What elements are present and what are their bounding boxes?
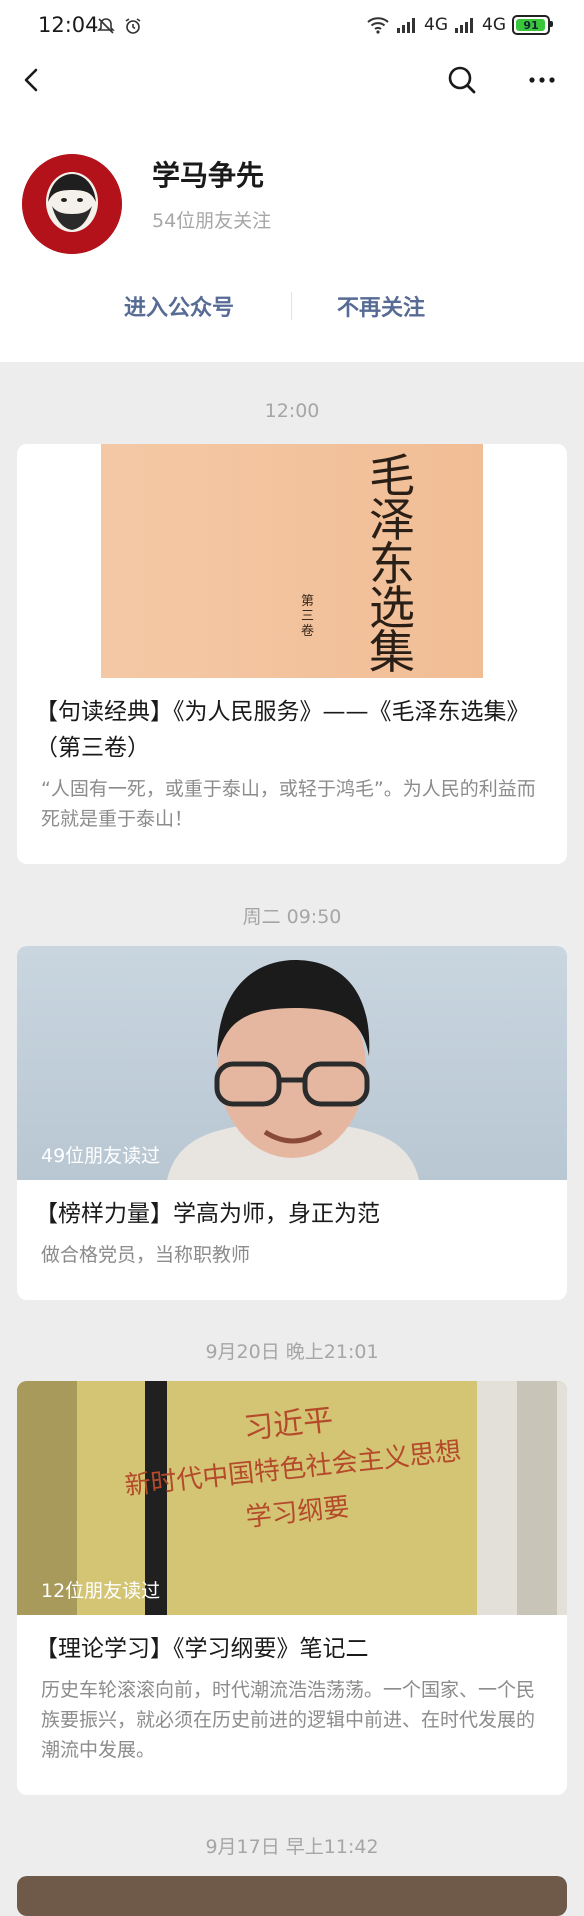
- article-timestamp: 9月20日 晚上21:01: [205, 1341, 379, 1363]
- unfollow-button[interactable]: 不再关注: [337, 290, 425, 322]
- alarm-icon: [125, 17, 141, 34]
- status-left-icons: [96, 15, 143, 36]
- more-icon[interactable]: [522, 62, 562, 98]
- article-card[interactable]: 习近平 新时代中国特色社会主义思想 学习纲要 12位朋友读过 【理论学习】《学习…: [17, 1381, 567, 1795]
- enter-account-button[interactable]: 进入公众号: [124, 290, 234, 322]
- account-name: 学马争先: [152, 159, 265, 192]
- battery-level: 91: [523, 18, 539, 32]
- article-card[interactable]: [17, 1876, 567, 1916]
- action-divider: [291, 292, 292, 320]
- article-desc: 历史车轮滚滚向前，时代潮流浩浩荡荡。一个国家、一个民族要振兴，就必须在历史前进的…: [41, 1679, 536, 1761]
- article-title[interactable]: 【榜样力量】学高为师，身正为范: [17, 1180, 567, 1232]
- article-timestamp: 周二 09:50: [242, 906, 342, 928]
- search-icon[interactable]: [444, 62, 480, 98]
- signal-icon: [455, 18, 473, 33]
- wifi-icon: [367, 17, 389, 34]
- status-right: 4G 4G 91: [366, 15, 553, 35]
- article-cover: 习近平 新时代中国特色社会主义思想 学习纲要 12位朋友读过: [17, 1381, 567, 1615]
- article-card[interactable]: 毛 泽 东 选 集 第三卷 【句读经典】《为人民服务》——《毛泽东选集》（第三卷…: [17, 444, 567, 864]
- article-desc: 做合格党员，当称职教师: [41, 1244, 251, 1266]
- article-card[interactable]: 49位朋友读过 【榜样力量】学高为师，身正为范 做合格党员，当称职教师: [17, 946, 567, 1300]
- article-cover: 毛 泽 东 选 集 第三卷: [17, 444, 567, 678]
- portrait-logo-icon: [22, 154, 122, 254]
- network-label-1: 4G: [424, 15, 448, 35]
- article-timestamp: 12:00: [264, 400, 320, 422]
- status-time: 12:04: [38, 13, 99, 37]
- follower-count: 54位朋友关注: [152, 210, 272, 232]
- article-timestamp: 9月17日 早上11:42: [205, 1836, 379, 1858]
- article-cover: 49位朋友读过: [17, 946, 567, 1180]
- battery-icon: 91: [512, 15, 553, 35]
- network-label-2: 4G: [482, 15, 506, 35]
- account-header: 12:04 4G 4G 91 学马争先 54位朋友关注 进入公众号 不再关注: [0, 0, 584, 362]
- reader-count: 49位朋友读过: [41, 1145, 161, 1167]
- status-bar: 12:04 4G 4G 91: [0, 0, 584, 56]
- reader-count: 12位朋友读过: [41, 1580, 161, 1602]
- book-title-vertical: 毛 泽 东 选 集: [369, 449, 415, 678]
- article-title[interactable]: 【理论学习】《学习纲要》笔记二: [17, 1615, 567, 1667]
- avatar: [22, 154, 122, 254]
- article-desc: “人固有一死，或重于泰山，或轻于鸿毛”。为人民的利益而死就是重于泰山！: [41, 778, 536, 830]
- nav-bar: [0, 56, 584, 104]
- article-title[interactable]: 【句读经典】《为人民服务》——《毛泽东选集》（第三卷）: [17, 678, 567, 766]
- book-volume-label: 第三卷: [301, 594, 315, 639]
- back-icon[interactable]: [14, 62, 50, 98]
- signal-icon: [397, 18, 415, 33]
- mute-bell-icon: [97, 17, 115, 34]
- book-cover-image: [101, 444, 483, 678]
